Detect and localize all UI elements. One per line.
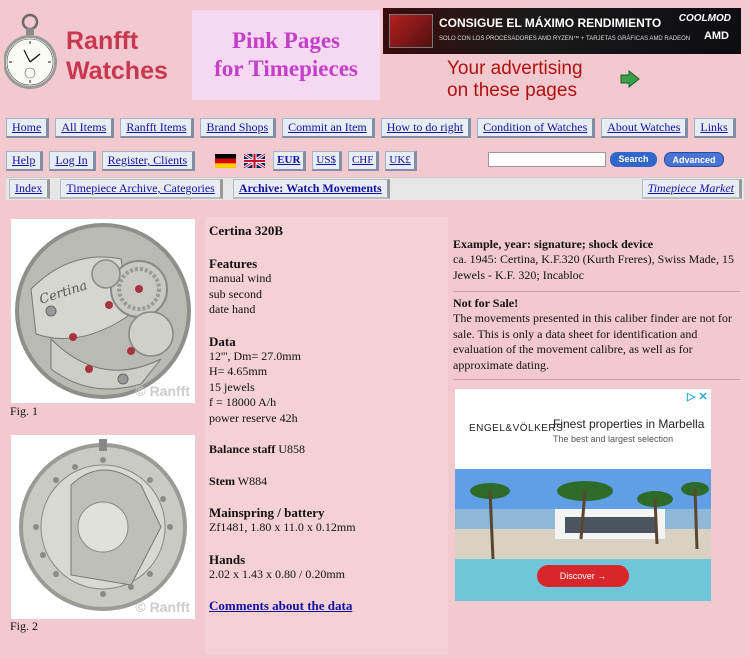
data-heading: Data [209, 333, 236, 349]
nav-ranfft-items[interactable]: Ranfft Items [120, 118, 195, 138]
nav-brand-shops[interactable]: Brand Shops [200, 118, 277, 138]
currency-usd[interactable]: US$ [312, 151, 342, 171]
balance-staff-value: U858 [278, 442, 305, 456]
feature-item: date hand [209, 302, 256, 316]
advertising-line-1: Your advertising [447, 58, 583, 79]
figure-1-caption: Fig. 1 [10, 404, 39, 418]
graphics-card-image [389, 14, 433, 48]
mainspring-value: Zf1481, 1.80 x 11.0 x 0.12mm [209, 520, 356, 534]
logo-line-1: Ranfft [66, 27, 139, 55]
search-input[interactable] [488, 152, 606, 167]
data-item: power reserve 42h [209, 410, 298, 425]
copyright-watermark-2: © Ranfft [135, 599, 190, 615]
currency-chf[interactable]: CHF [347, 151, 380, 171]
uk-flag-icon[interactable] [244, 154, 266, 168]
stem-label: Stem [209, 473, 235, 488]
data-item: 15 jewels [209, 379, 255, 394]
currency-eur[interactable]: EUR [273, 151, 307, 171]
data-item: 12''', Dm= 27.0mm [209, 348, 301, 363]
ad-brand: ENGEL&VÖLKERS [469, 423, 564, 434]
search-button[interactable]: Search [610, 152, 657, 167]
divider [453, 379, 740, 380]
advertising-line-2: on these pages [447, 80, 577, 101]
property-ad[interactable]: ▷ ✕ ENGEL&VÖLKERS Finest properties in M… [455, 389, 711, 601]
features-heading: Features [209, 256, 258, 271]
comments-link[interactable]: Comments about the data [209, 598, 444, 613]
movement-front-image: Certina [15, 223, 191, 399]
logo-text[interactable]: Ranfft Watches [66, 26, 168, 86]
nav-about-watches[interactable]: About Watches [601, 118, 689, 138]
banner-brand-amd: AMD [703, 30, 729, 42]
banner-ad[interactable]: CONSIGUE EL MÁXIMO RENDIMIENTO SOLO CON … [383, 8, 741, 54]
ad-subtitle: The best and largest selection [553, 434, 674, 444]
ad-close-icon[interactable]: ✕ [698, 390, 707, 403]
logo-line-2: Watches [66, 57, 168, 85]
data-item: H= 4.65mm [209, 364, 268, 378]
nav-index[interactable]: Index [9, 179, 51, 199]
feature-item: sub second [209, 286, 262, 301]
not-for-sale-text: The movements presented in this caliber … [453, 311, 732, 372]
ad-choices[interactable]: ▷ ✕ [687, 390, 709, 403]
divider [453, 291, 740, 292]
nav-register[interactable]: Register, Clients [101, 151, 196, 171]
movement-photo-front[interactable]: Certina © Ranfft [11, 219, 195, 403]
nav-timepiece-archive[interactable]: Timepiece Archive, Categories [60, 179, 223, 199]
example-heading: Example, year: signature; shock device [453, 237, 654, 251]
german-flag-icon[interactable] [215, 154, 237, 168]
advertising-promo[interactable]: Your advertising on these pages [447, 58, 583, 102]
main-nav: Home All Items Ranfft Items Brand Shops … [6, 117, 744, 139]
movement-back-image [19, 439, 187, 611]
banner-subtext: SOLO CON LOS PROCESADORES AMD RYZEN™ + T… [439, 36, 691, 42]
hands-value: 2.02 x 1.43 x 0.80 / 0.20mm [209, 566, 346, 581]
mainspring-heading: Mainspring / battery [209, 505, 325, 520]
section-nav: Index Timepiece Archive, Categories Arch… [6, 177, 744, 200]
advanced-search-button[interactable]: Advanced [664, 152, 724, 167]
banner-brand-coolmod: COOLMOD [678, 13, 731, 24]
nav-how-to[interactable]: How to do right [380, 118, 472, 138]
feature-item: manual wind [209, 271, 272, 285]
nav-help[interactable]: Help [6, 151, 44, 171]
pink-pages-logo[interactable]: Pink Pages for Timepieces [192, 10, 380, 100]
ad-title: Finest properties in Marbella [553, 417, 705, 431]
pink-pages-line-2: for Timepieces [214, 56, 358, 81]
hands-heading: Hands [209, 551, 246, 567]
ad-info-icon[interactable]: ▷ [687, 390, 695, 403]
nav-home[interactable]: Home [6, 118, 50, 138]
nav-watch-movements[interactable]: Archive: Watch Movements [232, 179, 390, 199]
figure-2-caption: Fig. 2 [10, 619, 39, 633]
nav-links[interactable]: Links [694, 118, 736, 138]
photo-column: Certina © Ranfft Fig. 1 © Ranfft Fig. 2 [6, 217, 203, 654]
balance-staff: Balance staff U858 [209, 442, 444, 458]
data-item: f = 18000 A/h [209, 395, 277, 409]
caliber-title: Certina 320B [209, 223, 284, 238]
stem-value: W884 [237, 473, 268, 488]
example-text: ca. 1945: Certina, K.F.320 (Kurth Freres… [453, 252, 734, 282]
nav-condition[interactable]: Condition of Watches [477, 118, 596, 138]
banner-headline: CONSIGUE EL MÁXIMO RENDIMIENTO [439, 16, 662, 30]
nav-commit-item[interactable]: Commit an Item [282, 118, 375, 138]
balance-staff-label: Balance staff [209, 442, 276, 456]
currency-gbp[interactable]: UK£ [385, 151, 417, 171]
page: Ranfft Watches Pink Pages for Timepieces… [0, 0, 750, 658]
movement-photo-back[interactable]: © Ranfft [11, 435, 195, 619]
not-for-sale-heading: Not for Sale! [453, 296, 519, 310]
discover-button[interactable]: Discover → [537, 565, 629, 587]
nav-login[interactable]: Log In [49, 151, 96, 171]
nav-all-items[interactable]: All Items [55, 118, 115, 138]
nav-timepiece-market[interactable]: Timepiece Market [641, 179, 742, 199]
right-arrow-icon[interactable] [620, 69, 640, 93]
pocket-watch-icon [3, 13, 57, 89]
stem: Stem W884 [209, 474, 444, 490]
caliber-data-column: Certina 320B Features manual wind sub se… [205, 217, 448, 654]
copyright-watermark-1: © Ranfft [135, 383, 190, 399]
pink-pages-line-1: Pink Pages [232, 28, 340, 53]
